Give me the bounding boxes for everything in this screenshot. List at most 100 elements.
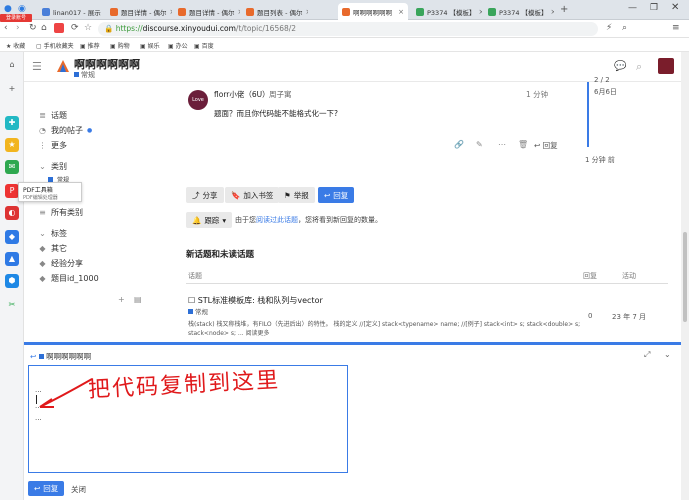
- user-avatar[interactable]: [658, 58, 674, 74]
- sidebar-item-topics[interactable]: ≣ 话题: [38, 110, 67, 121]
- tab-6[interactable]: P3374 【模板】 ×: [412, 3, 482, 20]
- hamburger-icon[interactable]: ☰: [32, 60, 42, 73]
- timeline-ago[interactable]: 1 分钟 前: [585, 155, 615, 165]
- collapse-icon[interactable]: ⌄: [664, 350, 671, 359]
- app-icon-5[interactable]: ◐: [5, 206, 19, 220]
- tab-label: linan017 - 展示: [53, 8, 101, 17]
- post-avatar[interactable]: Love: [188, 90, 208, 110]
- sidebar-item-tag[interactable]: ◆ 经验分享: [38, 258, 83, 269]
- forward-icon[interactable]: ›: [16, 23, 20, 33]
- sidebar-settings-icon[interactable]: ▤: [134, 295, 142, 304]
- scrollbar-thumb[interactable]: [683, 232, 687, 322]
- site-header: ☰ 啊啊啊啊啊啊 常规 💬 ⌕: [24, 52, 681, 82]
- address-bar[interactable]: 🔒 https://discourse.xinyoudui.com/t/topi…: [98, 22, 598, 36]
- bookmark-button[interactable]: 🔖 加入书签: [225, 187, 280, 203]
- header-search-icon[interactable]: ⌕: [636, 60, 642, 74]
- tab-7[interactable]: P3374 【模板】 ×: [484, 3, 554, 20]
- close-icon[interactable]: ×: [305, 8, 308, 16]
- timeline-track[interactable]: [587, 82, 589, 147]
- link-icon[interactable]: 🔗: [454, 140, 464, 149]
- bookmark-folder[interactable]: ▢ 手机收藏夹: [36, 41, 74, 50]
- vertical-app-strip: ⌂ + ✚ ★ ✉ P ◐ ◆ ▲ ⬢ ✂: [0, 52, 24, 500]
- composer-close-button[interactable]: 关闭: [71, 484, 86, 495]
- window-close-icon[interactable]: ✕: [671, 2, 679, 13]
- app-icon-7[interactable]: ▲: [5, 252, 19, 266]
- bookmark-folder[interactable]: ▣ 推荐: [80, 41, 100, 50]
- window-minimize-icon[interactable]: —: [628, 3, 637, 13]
- sidebar-label: 话题: [51, 111, 67, 120]
- sidebar-item-tag[interactable]: ◆ 题目id_1000: [38, 273, 98, 284]
- composer-reply-to[interactable]: ↩ 啊啊啊啊啊啊: [30, 351, 91, 362]
- post-author[interactable]: florr小佬（6U）: [214, 89, 270, 100]
- close-icon[interactable]: ×: [169, 8, 172, 16]
- bookmark-folder[interactable]: ▣ 娱乐: [140, 41, 160, 50]
- composer-submit-button[interactable]: ↩ 回复: [28, 481, 65, 496]
- share-button[interactable]: ⤴ 分享: [186, 187, 224, 203]
- button-label: 举报: [293, 190, 309, 200]
- search-icon[interactable]: ⌕: [622, 23, 627, 33]
- window-restore-icon[interactable]: ❐: [650, 3, 658, 13]
- bookmark-folder[interactable]: ▣ 办公: [168, 41, 188, 50]
- page-scrollbar[interactable]: [681, 52, 689, 500]
- edit-icon[interactable]: ✎: [476, 140, 483, 149]
- app-icon-8[interactable]: ⬢: [5, 274, 19, 288]
- app-icon-2[interactable]: ★: [5, 138, 19, 152]
- app-icon-6[interactable]: ◆: [5, 230, 19, 244]
- close-icon[interactable]: ×: [551, 8, 554, 16]
- notification-level-button[interactable]: 🔔 跟踪 ▾: [186, 212, 233, 228]
- sidebar-add-icon[interactable]: +: [118, 295, 125, 304]
- tab-1[interactable]: linan017 - 展示×: [38, 3, 104, 20]
- app-icon-3[interactable]: ✉: [5, 160, 19, 174]
- sidebar-item-tag[interactable]: ◆ 其它: [38, 243, 67, 254]
- sidebar-section-categories[interactable]: ⌄ 类别: [38, 161, 67, 172]
- desc-link[interactable]: 阅读过此话题: [256, 216, 298, 224]
- close-icon[interactable]: ×: [237, 8, 240, 16]
- browser-sync-icon[interactable]: ◉: [18, 4, 26, 14]
- new-tab-icon[interactable]: +: [560, 4, 568, 15]
- extensions-icon[interactable]: ⚡: [606, 23, 612, 33]
- delete-icon[interactable]: 🗑: [518, 140, 528, 149]
- sidebar-item-my-posts[interactable]: ◔ 我的帖子 ●: [38, 125, 92, 136]
- tab-2[interactable]: 题目详情 - 偶尔×: [106, 3, 172, 20]
- extension-icon[interactable]: [54, 23, 64, 33]
- refresh-icon[interactable]: ⟳: [71, 23, 79, 33]
- suggested-topic-activity[interactable]: 23 年 7 月: [612, 312, 646, 322]
- chat-icon[interactable]: 💬: [614, 61, 626, 72]
- share-icon: ⤴: [192, 190, 200, 200]
- post-time[interactable]: 1 分钟: [526, 89, 548, 100]
- reload-icon[interactable]: ↻: [29, 23, 37, 33]
- sidebar-label: 经验分享: [51, 259, 83, 268]
- menu-icon[interactable]: ≡: [672, 23, 680, 33]
- sidebar-section-tags[interactable]: ⌄ 标签: [38, 228, 67, 239]
- app-icon-1[interactable]: ✚: [5, 116, 19, 130]
- login-badge[interactable]: 登录账号: [0, 14, 32, 22]
- site-logo-icon[interactable]: [56, 59, 70, 73]
- home-icon[interactable]: ⌂: [41, 23, 47, 33]
- post-reply-button[interactable]: ↩ 回复: [534, 140, 558, 151]
- bookmark-folder[interactable]: ▣ 百度: [194, 41, 214, 50]
- topic-reply-button[interactable]: ↩ 回复: [318, 187, 355, 203]
- add-icon[interactable]: +: [5, 82, 19, 96]
- header-category[interactable]: 常规: [74, 70, 95, 80]
- sidebar-item-more[interactable]: ⋮ 更多: [38, 140, 68, 151]
- star-icon[interactable]: ☆: [84, 23, 92, 33]
- bookmark-folder[interactable]: ★ 收藏: [6, 41, 25, 50]
- report-button[interactable]: ⚑ 举报: [278, 187, 315, 203]
- suggested-topic-category[interactable]: 常规: [188, 306, 208, 316]
- toggle-preview-icon[interactable]: ⤢: [644, 350, 650, 360]
- browser-menu-icon[interactable]: ●: [4, 4, 12, 14]
- button-label: 回复: [43, 484, 59, 493]
- sidebar-item-all-categories[interactable]: ≡ 所有类别: [38, 207, 83, 218]
- suggested-topic-link[interactable]: ☐ STL标准模板库: 栈和队列与vector: [188, 295, 323, 306]
- tab-5-active[interactable]: 啊啊啊啊啊啊 ×: [338, 3, 408, 20]
- close-icon[interactable]: ×: [479, 8, 482, 16]
- back-icon[interactable]: ‹: [4, 23, 8, 33]
- tab-3[interactable]: 题目详情 - 偶尔×: [174, 3, 240, 20]
- app-icon-9[interactable]: ✂: [5, 298, 19, 312]
- tab-4[interactable]: 题目列表 - 偶尔×: [242, 3, 308, 20]
- more-icon[interactable]: ⋯: [498, 140, 506, 149]
- home-icon[interactable]: ⌂: [5, 58, 19, 72]
- bookmark-folder[interactable]: ▣ 购物: [110, 41, 130, 50]
- pdf-tool-icon[interactable]: P: [5, 184, 19, 198]
- close-icon[interactable]: ×: [398, 8, 404, 16]
